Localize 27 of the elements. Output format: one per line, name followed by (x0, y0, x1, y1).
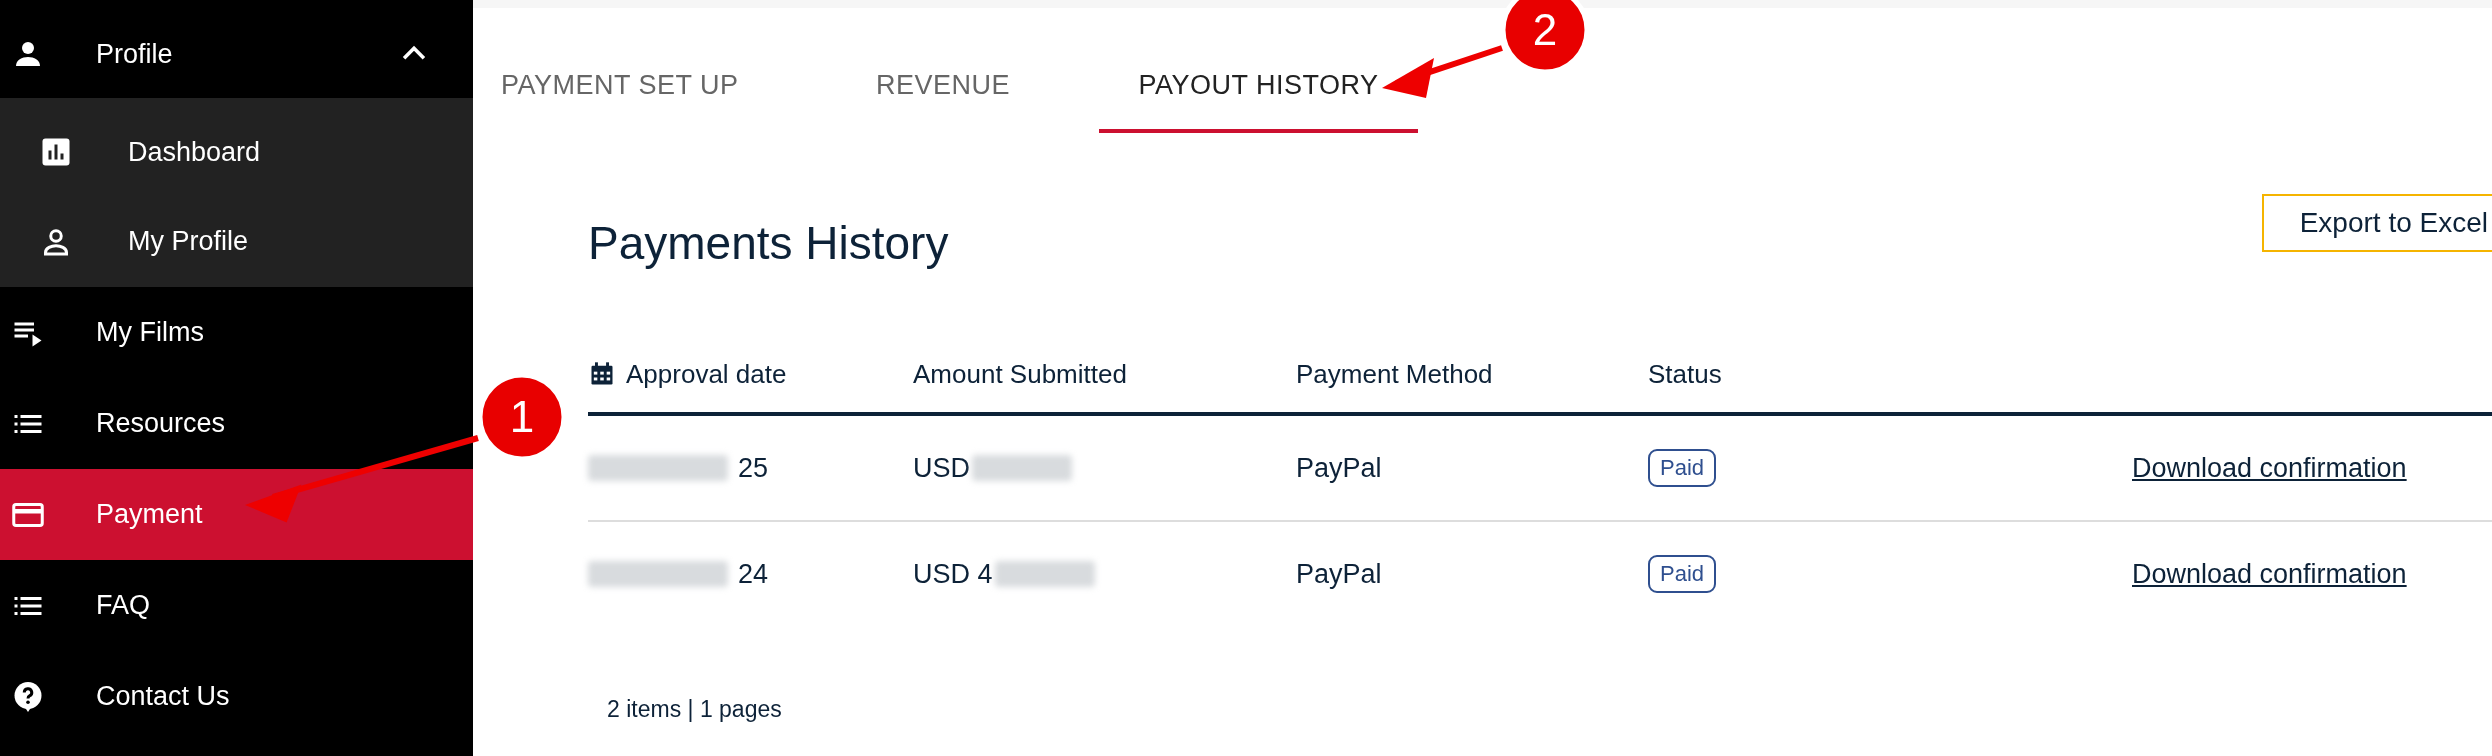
sidebar-item[interactable]: FAQ (0, 560, 473, 651)
column-header: Amount Submitted (913, 358, 1127, 390)
status-badge: Paid (1648, 555, 1717, 593)
table-cell: 25 (738, 452, 769, 484)
table-cell: PayPal (1296, 558, 1382, 590)
download-link[interactable]: Download confirmation (2132, 558, 2407, 590)
sidebar-item[interactable]: Resources (0, 378, 473, 469)
column-header: Status (1648, 358, 1722, 390)
page-title: Payments History (588, 216, 949, 270)
tab[interactable]: PAYMENT SET UP (501, 8, 876, 133)
export-button[interactable]: Export to Excel (2261, 194, 2492, 252)
table-cell: 24 (738, 558, 769, 590)
column-header: Approval date (626, 358, 787, 390)
sidebar-item[interactable]: My Profile (0, 196, 473, 287)
download-link[interactable]: Download confirmation (2132, 452, 2407, 484)
sidebar-item[interactable]: Profile (0, 0, 473, 98)
sidebar-item[interactable]: Dashboard (0, 98, 473, 196)
pagination-summary: 2 items | 1 pages (606, 696, 782, 723)
table-cell: USD 4 (913, 558, 993, 590)
tab[interactable]: REVENUE (876, 8, 1099, 133)
sidebar-item[interactable]: Contact Us (0, 651, 473, 742)
sidebar-item[interactable]: Payment (0, 469, 473, 560)
status-badge: Paid (1648, 449, 1717, 487)
table-cell: USD (913, 452, 970, 484)
sidebar-item[interactable]: My Films (0, 287, 473, 378)
table-cell: PayPal (1296, 452, 1382, 484)
column-header: Payment Method (1296, 358, 1493, 390)
